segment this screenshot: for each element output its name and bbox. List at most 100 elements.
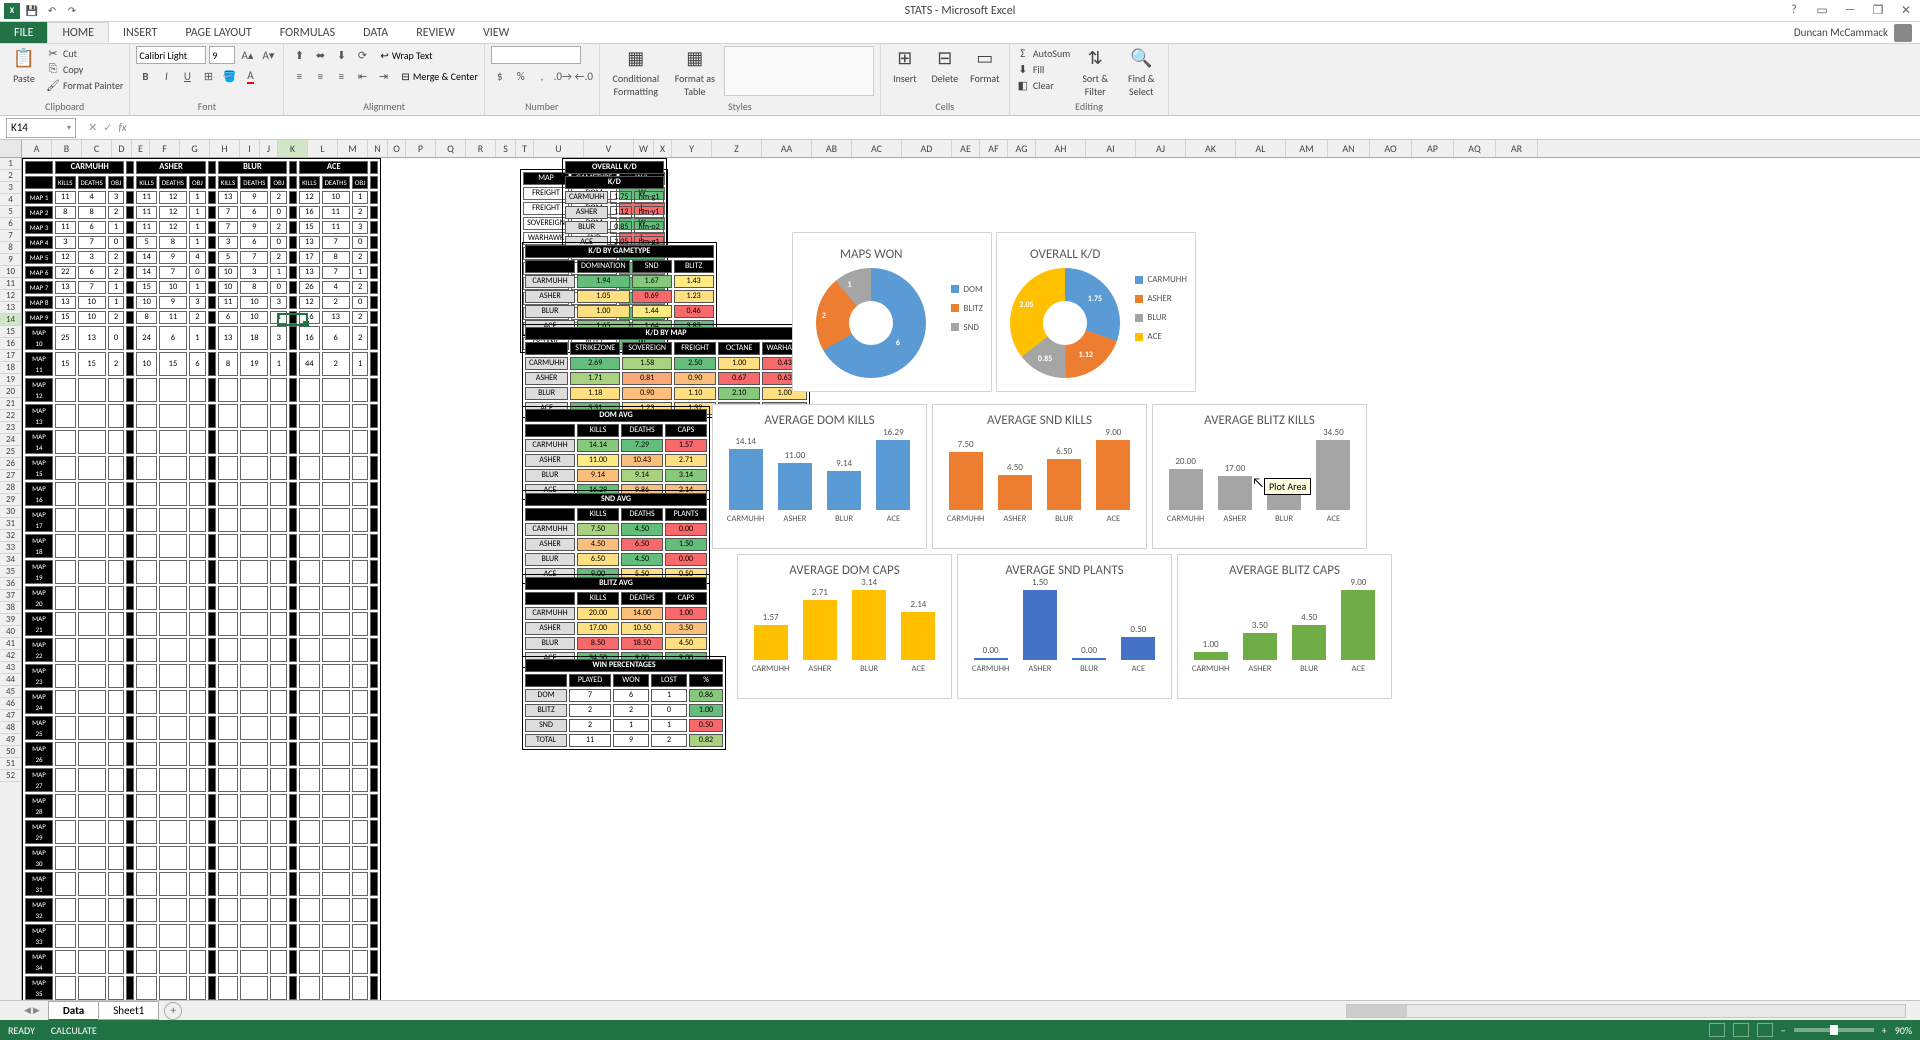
row-header-25[interactable]: 25	[0, 446, 21, 458]
row-header-29[interactable]: 29	[0, 494, 21, 506]
accept-formula-icon[interactable]: ✓	[103, 121, 112, 134]
sort-filter-button[interactable]: ⇅Sort & Filter	[1074, 46, 1116, 98]
col-header-V[interactable]: V	[584, 140, 634, 157]
clear-button[interactable]: ◧Clear	[1016, 78, 1070, 92]
col-header-G[interactable]: G	[180, 140, 210, 157]
row-header-51[interactable]: 51	[0, 758, 21, 770]
row-header-33[interactable]: 33	[0, 542, 21, 554]
col-header-B[interactable]: B	[52, 140, 82, 157]
cancel-formula-icon[interactable]: ✕	[88, 121, 97, 134]
spreadsheet-grid[interactable]: ABCDEFGHIJKLMNOPQRSTUVWXYZAAABACADAEAFAG…	[0, 140, 1920, 1016]
col-header-AG[interactable]: AG	[1008, 140, 1036, 157]
shrink-font-icon[interactable]: A▾	[259, 46, 277, 64]
col-header-W[interactable]: W	[634, 140, 654, 157]
fx-icon[interactable]: fx	[118, 121, 126, 134]
row-header-48[interactable]: 48	[0, 722, 21, 734]
row-header-11[interactable]: 11	[0, 278, 21, 290]
row-header-4[interactable]: 4	[0, 194, 21, 206]
chart-average-snd-kills[interactable]: AVERAGE SND KILLS7.50CARMUHH4.50ASHER6.5…	[932, 404, 1147, 549]
row-header-16[interactable]: 16	[0, 338, 21, 350]
row-header-45[interactable]: 45	[0, 686, 21, 698]
row-header-30[interactable]: 30	[0, 506, 21, 518]
col-header-AE[interactable]: AE	[952, 140, 980, 157]
row-header-12[interactable]: 12	[0, 290, 21, 302]
chart-maps-won[interactable]: MAPS WON621DOMBLITZSND	[792, 232, 992, 392]
zoom-slider[interactable]	[1794, 1028, 1874, 1032]
row-header-3[interactable]: 3	[0, 182, 21, 194]
row-header-10[interactable]: 10	[0, 266, 21, 278]
row-header-49[interactable]: 49	[0, 734, 21, 746]
percent-icon[interactable]: %	[512, 67, 530, 85]
close-icon[interactable]: ✕	[1896, 3, 1916, 18]
cut-button[interactable]: ✂Cut	[46, 46, 123, 60]
row-header-39[interactable]: 39	[0, 614, 21, 626]
zoom-level[interactable]: 90%	[1895, 1024, 1912, 1037]
number-format-select[interactable]	[491, 46, 581, 64]
merge-center-button[interactable]: ⊟Merge & Center	[401, 70, 477, 83]
row-header-23[interactable]: 23	[0, 422, 21, 434]
col-header-AP[interactable]: AP	[1412, 140, 1454, 157]
row-header-18[interactable]: 18	[0, 362, 21, 374]
row-header-22[interactable]: 22	[0, 410, 21, 422]
row-header-7[interactable]: 7	[0, 230, 21, 242]
indent-dec-icon[interactable]: ⇤	[353, 67, 371, 85]
col-header-A[interactable]: A	[22, 140, 52, 157]
col-header-R[interactable]: R	[466, 140, 496, 157]
row-header-6[interactable]: 6	[0, 218, 21, 230]
border-button[interactable]: ⊞	[199, 67, 217, 85]
page-break-view-button[interactable]	[1757, 1023, 1773, 1037]
row-header-35[interactable]: 35	[0, 566, 21, 578]
save-icon[interactable]: 💾	[24, 3, 40, 19]
col-header-AF[interactable]: AF	[980, 140, 1008, 157]
formula-input[interactable]	[137, 118, 1920, 138]
tab-data[interactable]: DATA	[349, 22, 402, 43]
col-header-AO[interactable]: AO	[1370, 140, 1412, 157]
align-bottom-icon[interactable]: ⬇	[332, 46, 350, 64]
col-header-AQ[interactable]: AQ	[1454, 140, 1496, 157]
col-header-X[interactable]: X	[654, 140, 672, 157]
font-color-button[interactable]: A	[241, 67, 259, 85]
col-header-AB[interactable]: AB	[812, 140, 852, 157]
row-header-34[interactable]: 34	[0, 554, 21, 566]
row-header-38[interactable]: 38	[0, 602, 21, 614]
row-header-1[interactable]: 1	[0, 158, 21, 170]
add-sheet-button[interactable]: +	[164, 1002, 182, 1020]
row-header-43[interactable]: 43	[0, 662, 21, 674]
row-header-27[interactable]: 27	[0, 470, 21, 482]
chart-average-snd-plants[interactable]: AVERAGE SND PLANTS0.00CARMUHH1.50ASHER0.…	[957, 554, 1172, 699]
row-header-19[interactable]: 19	[0, 374, 21, 386]
undo-icon[interactable]: ↶	[44, 3, 60, 19]
tab-home[interactable]: HOME	[47, 22, 109, 43]
row-header-17[interactable]: 17	[0, 350, 21, 362]
col-header-AJ[interactable]: AJ	[1136, 140, 1186, 157]
col-header-P[interactable]: P	[406, 140, 436, 157]
tab-review[interactable]: REVIEW	[402, 22, 469, 43]
row-header-24[interactable]: 24	[0, 434, 21, 446]
insert-cells-button[interactable]: ⊞Insert	[887, 46, 923, 85]
col-header-AD[interactable]: AD	[902, 140, 952, 157]
col-header-AN[interactable]: AN	[1328, 140, 1370, 157]
align-right-icon[interactable]: ≡	[332, 67, 350, 85]
row-header-28[interactable]: 28	[0, 482, 21, 494]
col-header-Y[interactable]: Y	[672, 140, 712, 157]
col-header-Z[interactable]: Z	[712, 140, 762, 157]
row-header-14[interactable]: 14	[0, 314, 21, 326]
align-left-icon[interactable]: ≡	[290, 67, 308, 85]
format-cells-button[interactable]: ▭Format	[967, 46, 1003, 85]
col-header-M[interactable]: M	[338, 140, 368, 157]
chart-overall-k-d[interactable]: OVERALL K/D1.751.120.852.05CARMUHHASHERB…	[996, 232, 1196, 392]
page-layout-view-button[interactable]	[1733, 1023, 1749, 1037]
row-header-26[interactable]: 26	[0, 458, 21, 470]
dec-decimal-icon[interactable]: ←.0	[575, 67, 593, 85]
align-center-icon[interactable]: ≡	[311, 67, 329, 85]
col-header-H[interactable]: H	[210, 140, 240, 157]
col-header-D[interactable]: D	[112, 140, 132, 157]
row-header-31[interactable]: 31	[0, 518, 21, 530]
col-header-E[interactable]: E	[132, 140, 150, 157]
redo-icon[interactable]: ↷	[64, 3, 80, 19]
sheet-nav-prev-icon[interactable]: ◀	[24, 1005, 31, 1016]
col-header-AA[interactable]: AA	[762, 140, 812, 157]
col-header-C[interactable]: C	[82, 140, 112, 157]
tab-insert[interactable]: INSERT	[109, 22, 171, 43]
font-name-select[interactable]	[136, 46, 206, 64]
